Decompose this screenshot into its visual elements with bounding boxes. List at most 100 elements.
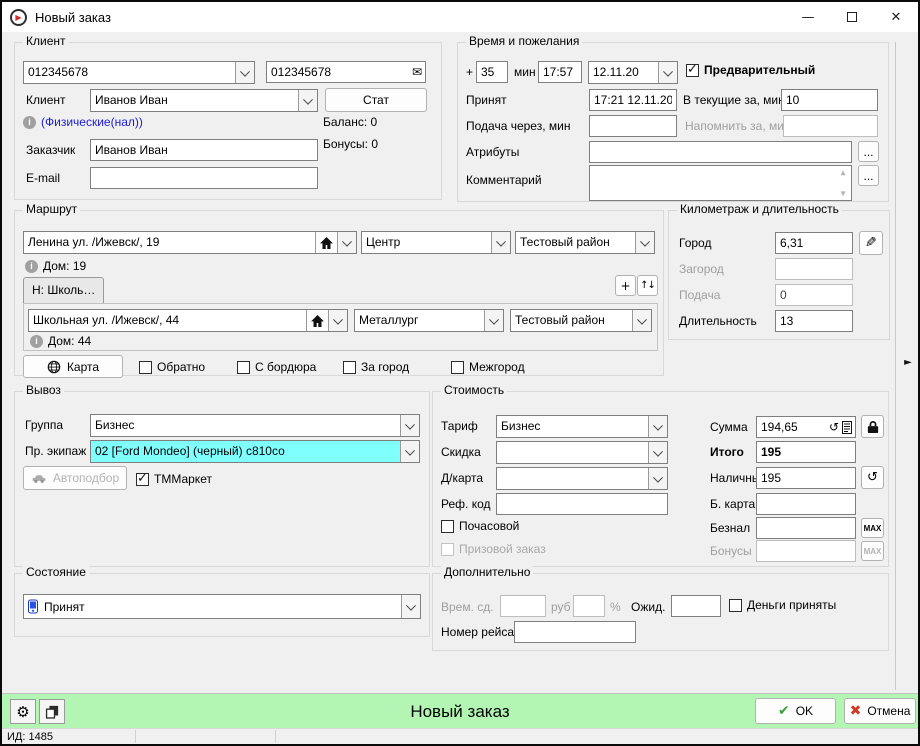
comment-more-button[interactable]: ... bbox=[858, 165, 879, 186]
from-zone-combo[interactable]: Центр bbox=[361, 231, 511, 254]
calculator-icon[interactable] bbox=[842, 421, 852, 434]
auto-select-button[interactable]: Автоподбор bbox=[23, 466, 127, 490]
add-stop-button[interactable]: + bbox=[615, 275, 636, 296]
out-of-town-checkbox[interactable]: За город bbox=[343, 360, 409, 374]
chevron-down-icon[interactable] bbox=[401, 595, 420, 618]
sum-field[interactable]: 194,65 ↺ bbox=[756, 416, 856, 438]
timeshift-rub-input[interactable] bbox=[500, 595, 546, 617]
comment-box[interactable]: ▲ ▼ bbox=[589, 165, 852, 201]
money-taken-checkbox[interactable]: Деньги приняты bbox=[729, 598, 836, 612]
intercity-checkbox[interactable]: Межгород bbox=[451, 360, 525, 374]
return-checkbox[interactable]: Обратно bbox=[139, 360, 205, 374]
chevron-down-icon[interactable] bbox=[648, 416, 667, 437]
dcard-combo[interactable] bbox=[496, 467, 668, 490]
tmmarket-label: ТММаркет bbox=[154, 472, 212, 486]
chevron-down-icon[interactable] bbox=[400, 415, 419, 436]
crew-group-combo[interactable]: Бизнес bbox=[90, 414, 420, 437]
suburb-km-input[interactable] bbox=[775, 258, 853, 280]
state-combo[interactable]: Принят bbox=[23, 594, 421, 619]
mail-icon[interactable]: ✉ bbox=[412, 65, 422, 79]
to-zone-combo[interactable]: Металлург bbox=[354, 309, 504, 332]
splitter[interactable] bbox=[895, 42, 896, 690]
client-category-link[interactable]: (Физические(нал)) bbox=[41, 115, 143, 129]
chevron-down-icon[interactable] bbox=[635, 232, 654, 253]
curb-label: С бордюра bbox=[255, 360, 316, 374]
edit-km-button[interactable]: ✎ bbox=[859, 231, 883, 255]
phone-alt-field[interactable]: 012345678 ✉ bbox=[266, 61, 426, 83]
chevron-down-icon[interactable] bbox=[648, 442, 667, 463]
suburb-label: Загород bbox=[679, 262, 724, 276]
preliminary-checkbox[interactable]: Предварительный bbox=[686, 63, 815, 77]
attributes-input[interactable] bbox=[589, 141, 852, 163]
assigned-crew-combo[interactable]: 02 [Ford Mondeo] (черный) с810со bbox=[90, 440, 420, 463]
feed-after-input[interactable] bbox=[589, 115, 677, 137]
time-input[interactable] bbox=[538, 61, 582, 83]
chevron-down-icon[interactable] bbox=[658, 62, 677, 83]
cashless-input[interactable] bbox=[756, 517, 856, 539]
to-district-combo[interactable]: Тестовый район bbox=[510, 309, 652, 332]
close-button[interactable]: ✕ bbox=[874, 2, 918, 32]
to-address-combo[interactable]: Школьная ул. /Ижевск/, 44 bbox=[28, 309, 348, 332]
order-id-label: ИД: 1485 bbox=[7, 730, 53, 744]
from-address-combo[interactable]: Ленина ул. /Ижевск/, 19 bbox=[23, 231, 357, 254]
email-input[interactable] bbox=[90, 167, 318, 189]
lock-sum-button[interactable] bbox=[861, 415, 884, 438]
map-button[interactable]: Карта bbox=[23, 355, 123, 378]
curb-checkbox[interactable]: С бордюра bbox=[237, 360, 316, 374]
maximize-button[interactable] bbox=[830, 2, 874, 32]
bonus-input[interactable] bbox=[756, 540, 856, 562]
feed-km-input[interactable] bbox=[775, 284, 853, 306]
chevron-down-icon[interactable] bbox=[235, 62, 254, 83]
accepted-input[interactable] bbox=[589, 89, 677, 111]
hourly-checkbox[interactable]: Почасовой bbox=[441, 519, 519, 533]
chevron-down-icon[interactable] bbox=[400, 441, 419, 462]
info-icon: i bbox=[23, 116, 36, 129]
tariff-label: Тариф bbox=[441, 419, 478, 433]
city-km-input[interactable] bbox=[775, 232, 853, 254]
destination-tab[interactable]: Н: Школь… bbox=[23, 277, 104, 303]
recalc-icon[interactable]: ↺ bbox=[829, 420, 839, 434]
home-icon[interactable] bbox=[315, 232, 337, 253]
minimize-button[interactable]: — bbox=[786, 2, 830, 32]
date-combo[interactable]: 12.11.20 bbox=[588, 61, 678, 84]
chevron-down-icon[interactable] bbox=[337, 232, 356, 253]
wait-input[interactable] bbox=[671, 595, 721, 617]
tariff-combo[interactable]: Бизнес bbox=[496, 415, 668, 438]
chevron-down-icon[interactable] bbox=[484, 310, 503, 331]
tmmarket-checkbox[interactable]: ТММаркет bbox=[136, 472, 212, 486]
attributes-more-button[interactable]: ... bbox=[858, 141, 879, 162]
home-icon[interactable] bbox=[306, 310, 328, 331]
chevron-down-icon[interactable] bbox=[491, 232, 510, 253]
duration-input[interactable] bbox=[775, 310, 853, 332]
remind-input[interactable] bbox=[783, 115, 878, 137]
stat-button[interactable]: Стат bbox=[325, 88, 427, 112]
reset-cash-button[interactable]: ↺ bbox=[861, 466, 884, 489]
chevron-down-icon[interactable] bbox=[328, 310, 347, 331]
prize-order-checkbox[interactable]: Призовой заказ bbox=[441, 542, 546, 556]
state-group-label: Состояние bbox=[23, 565, 89, 579]
total-input[interactable] bbox=[756, 441, 856, 463]
ok-button[interactable]: ✔ OK bbox=[755, 698, 836, 724]
refcode-input[interactable] bbox=[496, 493, 668, 515]
chevron-down-icon[interactable] bbox=[632, 310, 651, 331]
from-district-combo[interactable]: Тестовый район bbox=[515, 231, 655, 254]
flight-input[interactable] bbox=[514, 621, 636, 643]
bonus-max-button[interactable]: MAX bbox=[861, 541, 884, 561]
chevron-down-icon[interactable] bbox=[648, 468, 667, 489]
customer-input[interactable] bbox=[90, 139, 318, 161]
cashless-max-button[interactable]: MAX bbox=[861, 518, 884, 538]
cancel-button[interactable]: ✖ Отмена bbox=[844, 698, 916, 724]
chevron-down-icon[interactable] bbox=[298, 90, 317, 111]
bankcard-input[interactable] bbox=[756, 493, 856, 515]
phone-combo[interactable]: 012345678 bbox=[23, 61, 255, 84]
to-current-input[interactable] bbox=[781, 89, 878, 111]
client-name-combo[interactable]: Иванов Иван bbox=[90, 89, 318, 112]
minimize-icon: — bbox=[802, 10, 815, 25]
timeshift-percent-input[interactable] bbox=[573, 595, 605, 617]
discount-combo[interactable] bbox=[496, 441, 668, 464]
expand-panel-button[interactable]: ► bbox=[899, 353, 917, 371]
offset-min-input[interactable] bbox=[476, 61, 508, 83]
cash-input[interactable] bbox=[756, 467, 856, 489]
swap-stops-button[interactable]: ↑↓ bbox=[637, 275, 658, 296]
comment-scroll-arrows[interactable]: ▲ ▼ bbox=[837, 168, 849, 198]
